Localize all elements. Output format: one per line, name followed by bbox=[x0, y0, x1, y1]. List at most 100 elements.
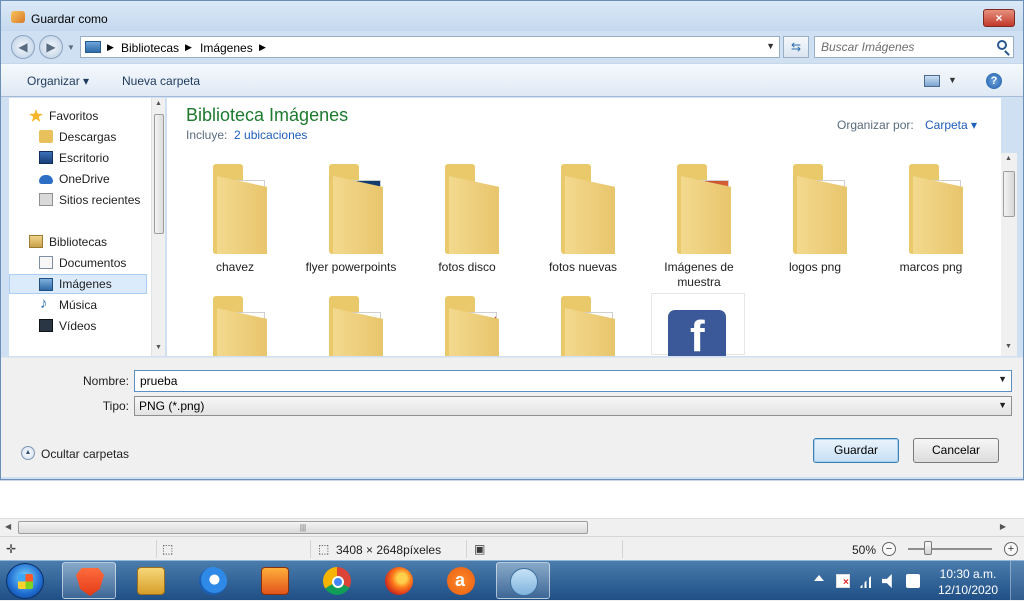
locations-link[interactable]: 2 ubicaciones bbox=[234, 128, 307, 142]
folder-front bbox=[913, 176, 963, 254]
folder-label: fotos nuevas bbox=[548, 260, 618, 274]
facebook-image-file[interactable]: f bbox=[651, 293, 745, 361]
search-box[interactable] bbox=[814, 36, 1014, 58]
folder-logos-png[interactable]: logos png bbox=[765, 158, 865, 278]
zoom-slider-thumb[interactable] bbox=[924, 541, 932, 555]
scroll-down-icon[interactable]: ▼ bbox=[155, 344, 162, 351]
file-list-scrollbar[interactable]: ▲ ▼ bbox=[1001, 153, 1017, 356]
recent-places-icon bbox=[39, 193, 53, 206]
nav-item-descargas[interactable]: Descargas bbox=[9, 127, 147, 147]
filename-dropdown-icon[interactable]: ▼ bbox=[998, 374, 1007, 384]
new-folder-button[interactable]: Nueva carpeta bbox=[122, 74, 200, 88]
breadcrumb-bibliotecas[interactable]: Bibliotecas bbox=[121, 41, 179, 55]
breadcrumb-imagenes[interactable]: Imágenes bbox=[200, 41, 253, 55]
show-desktop-button[interactable] bbox=[1010, 561, 1024, 601]
chrome-center-icon bbox=[332, 576, 344, 588]
scroll-thumb[interactable] bbox=[1003, 171, 1015, 217]
filetype-dropdown-icon[interactable]: ▼ bbox=[998, 400, 1007, 410]
paint-canvas-area[interactable] bbox=[0, 480, 1024, 518]
forward-button[interactable]: ▶ bbox=[39, 35, 63, 59]
clock-date[interactable]: 12/10/2020 bbox=[936, 583, 1000, 597]
taskbar-paint[interactable] bbox=[496, 562, 550, 599]
clock-time[interactable]: 10:30 a.m. bbox=[936, 567, 1000, 581]
nav-item-onedrive[interactable]: OneDrive bbox=[9, 169, 147, 189]
network-signal-icon[interactable] bbox=[859, 574, 873, 588]
power-icon[interactable] bbox=[906, 574, 920, 588]
breadcrumb-separator-icon[interactable]: ▶ bbox=[259, 42, 266, 53]
taskbar-brave[interactable] bbox=[62, 562, 116, 599]
change-view-icon[interactable] bbox=[924, 75, 940, 87]
scroll-left-icon[interactable]: ◀ bbox=[5, 522, 11, 531]
hide-folders-icon[interactable]: ▲ bbox=[21, 446, 35, 460]
cancel-button[interactable]: Cancelar bbox=[913, 438, 999, 463]
nav-item-escritorio[interactable]: Escritorio bbox=[9, 148, 147, 168]
filetype-select[interactable]: PNG (*.png) ▼ bbox=[134, 396, 1012, 416]
search-input[interactable] bbox=[821, 40, 991, 54]
folder-item[interactable] bbox=[301, 290, 401, 356]
canvas-horizontal-scrollbar[interactable]: ◀ ||| ▶ bbox=[0, 518, 1024, 535]
scroll-up-icon[interactable]: ▲ bbox=[155, 100, 162, 107]
help-icon[interactable]: ? bbox=[986, 73, 1002, 89]
taskbar-internet-explorer[interactable] bbox=[186, 562, 240, 599]
folder-fotos-nuevas[interactable]: fotos nuevas bbox=[533, 158, 633, 278]
nav-item-musica[interactable]: Música bbox=[9, 295, 147, 315]
organize-button[interactable]: Organizar ▾ bbox=[27, 74, 89, 88]
nav-item-imagenes[interactable]: Imágenes bbox=[9, 274, 147, 294]
nav-item-sitios-recientes[interactable]: Sitios recientes bbox=[9, 190, 147, 210]
scroll-right-icon[interactable]: ▶ bbox=[1000, 522, 1006, 531]
taskbar-explorer[interactable] bbox=[124, 562, 178, 599]
breadcrumb-separator-icon[interactable]: ▶ bbox=[185, 42, 192, 53]
taskbar-chrome[interactable] bbox=[310, 562, 364, 599]
zoom-out-button[interactable]: − bbox=[882, 542, 896, 556]
nav-scrollbar[interactable]: ▲ ▼ bbox=[151, 98, 165, 356]
search-icon[interactable] bbox=[997, 40, 1007, 50]
view-dropdown-icon[interactable]: ▼ bbox=[948, 75, 957, 85]
taskbar-firefox[interactable] bbox=[372, 562, 426, 599]
scroll-thumb[interactable]: ||| bbox=[18, 521, 588, 534]
save-button[interactable]: Guardar bbox=[813, 438, 899, 463]
filename-input[interactable] bbox=[140, 374, 980, 388]
hide-folders-button[interactable]: Ocultar carpetas bbox=[41, 447, 129, 461]
folder-item[interactable] bbox=[533, 290, 633, 356]
nav-item-documentos[interactable]: Documentos bbox=[9, 253, 147, 273]
folder-item[interactable] bbox=[417, 290, 517, 356]
nav-libraries-label: Bibliotecas bbox=[49, 235, 108, 249]
windows-logo-icon bbox=[18, 574, 33, 589]
folder-fotos-disco[interactable]: fotos disco bbox=[417, 158, 517, 278]
zoom-slider[interactable] bbox=[908, 548, 992, 550]
zoom-in-button[interactable]: + bbox=[1004, 542, 1018, 556]
folder-imagenes-de-muestra[interactable]: Imágenes de muestra bbox=[649, 158, 749, 289]
address-dropdown-icon[interactable]: ▼ bbox=[766, 41, 775, 51]
scroll-thumb[interactable] bbox=[154, 114, 164, 234]
filename-label: Nombre: bbox=[82, 374, 129, 388]
taskbar-avast[interactable]: a bbox=[434, 562, 488, 599]
music-icon bbox=[39, 295, 53, 312]
back-button[interactable]: ◀ bbox=[11, 35, 35, 59]
start-button[interactable] bbox=[6, 563, 44, 599]
close-button[interactable]: × bbox=[983, 9, 1015, 27]
action-center-flag-icon[interactable] bbox=[836, 574, 850, 588]
nav-item-label: Escritorio bbox=[59, 151, 110, 165]
taskbar-media-player[interactable] bbox=[248, 562, 302, 599]
folder-item[interactable] bbox=[185, 290, 285, 356]
nav-item-label: Música bbox=[59, 298, 98, 312]
folder-marcos-png[interactable]: marcos png bbox=[881, 158, 981, 278]
scroll-down-icon[interactable]: ▼ bbox=[1005, 343, 1012, 350]
show-hidden-icons-icon[interactable] bbox=[814, 575, 824, 581]
internet-explorer-icon bbox=[199, 567, 227, 595]
folder-front bbox=[449, 176, 499, 254]
folder-flyer-powerpoints[interactable]: flyer powerpoints bbox=[301, 158, 401, 278]
dialog-title: Guardar como bbox=[31, 12, 108, 26]
arrange-by-dropdown[interactable]: Carpeta ▾ bbox=[925, 118, 977, 132]
nav-item-videos[interactable]: Vídeos bbox=[9, 316, 147, 336]
folder-chavez[interactable]: chavez bbox=[185, 158, 285, 278]
nav-bibliotecas[interactable]: Bibliotecas bbox=[9, 232, 147, 252]
volume-icon[interactable] bbox=[882, 574, 892, 588]
refresh-button[interactable]: ⇆ bbox=[783, 36, 809, 58]
filename-field[interactable]: ▼ bbox=[134, 370, 1012, 392]
history-dropdown-icon[interactable]: ▼ bbox=[67, 43, 75, 52]
folder-label: Imágenes de muestra bbox=[664, 260, 734, 289]
scroll-up-icon[interactable]: ▲ bbox=[1005, 155, 1012, 162]
address-bar[interactable]: ▶ Bibliotecas ▶ Imágenes ▶ ▼ bbox=[80, 36, 780, 58]
nav-favorites[interactable]: Favoritos bbox=[9, 106, 147, 126]
